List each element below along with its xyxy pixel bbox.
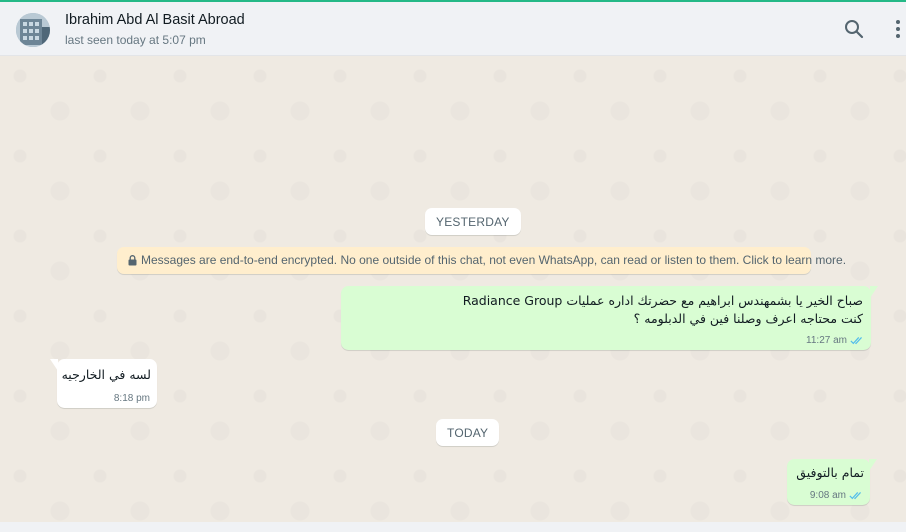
message-bubble-outgoing[interactable]: تمام بالتوفيق 9:08 am — [787, 459, 877, 505]
read-double-check-icon — [849, 492, 861, 500]
message-time: 9:08 am — [809, 490, 846, 501]
lock-icon — [128, 255, 137, 266]
message-time: 11:27 am — [806, 335, 847, 346]
message-bubble-incoming[interactable]: لسه في الخارجيه 8:18 pm — [50, 359, 157, 408]
avatar[interactable] — [16, 13, 50, 47]
bubble-tail — [870, 286, 878, 298]
message-text-line: صباح الخير يا بشمهندس ابراهيم مع حضرتك ا… — [462, 293, 863, 308]
message-text-line: كنت محتاجه اعرف وصلنا فين في الدبلومه ؟ — [633, 311, 863, 326]
date-divider-today: TODAY — [436, 419, 500, 446]
contact-name[interactable]: Ibrahim Abd Al Basit Abroad — [65, 12, 245, 28]
message-bubble-outgoing[interactable]: صباح الخير يا بشمهندس ابراهيم مع حضرتك ا… — [341, 286, 878, 350]
chat-header: Ibrahim Abd Al Basit Abroad last seen to… — [0, 2, 906, 56]
encryption-notice[interactable]: Messages are end-to-end encrypted. No on… — [117, 247, 846, 274]
message-meta: 9:08 am — [810, 490, 863, 501]
bubble-tail — [869, 459, 877, 471]
search-icon — [845, 20, 864, 39]
last-seen-status: last seen today at 5:07 pm — [65, 33, 206, 47]
date-divider-yesterday: YESTERDAY — [425, 208, 521, 235]
message-text-line: تمام بالتوفيق — [796, 465, 864, 480]
menu-button[interactable] — [892, 18, 904, 40]
encryption-notice-text: Messages are end-to-end encrypted. No on… — [141, 253, 847, 267]
bubble-tail — [50, 359, 58, 371]
kebab-menu-icon — [896, 20, 900, 38]
message-time: 8:18 pm — [113, 393, 150, 404]
read-double-check-icon — [850, 337, 862, 345]
compose-bar-edge — [0, 522, 906, 532]
search-button[interactable] — [843, 18, 865, 40]
message-meta: 11:27 am — [806, 335, 864, 346]
message-text-line: لسه في الخارجيه — [61, 367, 151, 382]
message-meta: 8:18 pm — [114, 393, 150, 404]
